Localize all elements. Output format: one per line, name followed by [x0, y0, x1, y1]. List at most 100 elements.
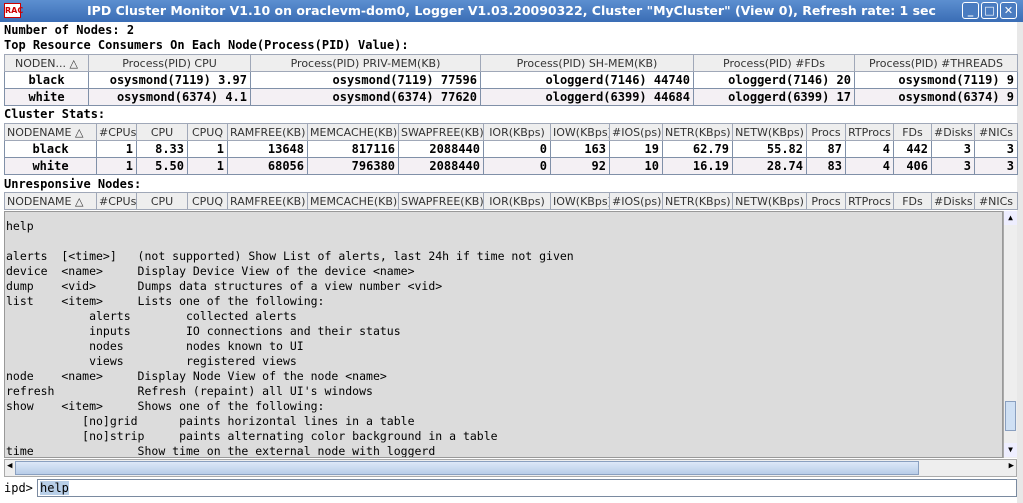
column-header[interactable]: #Disks: [931, 123, 975, 141]
node-name-cell: white: [4, 88, 89, 106]
table-cell: 1: [187, 140, 228, 158]
column-header[interactable]: CPUQ: [187, 123, 228, 141]
table-cell: 796380: [307, 157, 399, 175]
column-header[interactable]: #CPUs: [96, 123, 137, 141]
console-line: device <name> Display Device View of the…: [6, 264, 415, 278]
column-header[interactable]: NODEN... △: [4, 54, 89, 72]
column-header[interactable]: NETW(KBps): [732, 192, 807, 210]
column-header[interactable]: RTProcs: [845, 192, 894, 210]
column-header[interactable]: IOW(KBps): [550, 192, 610, 210]
table-cell: osysmond(7119) 77596: [250, 71, 481, 89]
column-header[interactable]: NETR(KBps): [662, 192, 733, 210]
table-cell: 28.74: [732, 157, 807, 175]
column-header[interactable]: NETR(KBps): [662, 123, 733, 141]
table-cell: ologgerd(6399) 44684: [480, 88, 694, 106]
table-cell: 442: [893, 140, 932, 158]
console-line: refresh Refresh (repaint) all UI's windo…: [6, 384, 373, 398]
scroll-thumb[interactable]: [1005, 401, 1016, 431]
column-header[interactable]: Process(PID) SH-MEM(KB): [480, 54, 694, 72]
table-cell: 3: [931, 140, 975, 158]
column-header[interactable]: Procs: [806, 123, 846, 141]
command-input[interactable]: help: [37, 479, 1017, 497]
unresponsive-nodes-label: Unresponsive Nodes:: [4, 177, 142, 191]
table-cell: 62.79: [662, 140, 733, 158]
console-line: node <name> Display Node View of the nod…: [6, 369, 387, 383]
minimize-button[interactable]: _: [962, 2, 979, 19]
table-cell: 19: [609, 140, 663, 158]
column-header[interactable]: Process(PID) #THREADS: [854, 54, 1018, 72]
column-header[interactable]: NODENAME △: [4, 123, 97, 141]
vertical-scrollbar[interactable]: ▲ ▼: [1003, 211, 1017, 458]
column-header[interactable]: IOR(KBps): [483, 192, 551, 210]
console-line: list <item> Lists one of the following:: [6, 294, 325, 308]
column-header[interactable]: RAMFREE(KB): [227, 123, 308, 141]
table-cell: 406: [893, 157, 932, 175]
column-header[interactable]: #IOS(ps): [609, 123, 663, 141]
table-cell: osysmond(6374) 4.1: [88, 88, 251, 106]
column-header[interactable]: CPU: [136, 123, 188, 141]
console-line: [no]grid paints horizontal lines in a ta…: [6, 414, 415, 428]
column-header[interactable]: SWAPFREE(KB): [398, 123, 484, 141]
column-header[interactable]: RTProcs: [845, 123, 894, 141]
column-header[interactable]: IOW(KBps): [550, 123, 610, 141]
column-header[interactable]: MEMCACHE(KB): [307, 192, 399, 210]
h-scroll-thumb-track[interactable]: [15, 461, 919, 475]
column-header[interactable]: #CPUs: [96, 192, 137, 210]
column-header[interactable]: FDs: [893, 123, 932, 141]
console-line: views registered views: [6, 354, 297, 368]
table-cell: 0: [483, 140, 551, 158]
column-header[interactable]: #Disks: [931, 192, 975, 210]
horizontal-scrollbar[interactable]: ◀ ▶: [4, 459, 1017, 477]
close-button[interactable]: ✕: [1000, 2, 1017, 19]
table-cell: 55.82: [732, 140, 807, 158]
column-header[interactable]: Process(PID) PRIV-MEM(KB): [250, 54, 481, 72]
table-cell: 817116: [307, 140, 399, 158]
table-cell: 3: [974, 157, 1018, 175]
table-cell: osysmond(6374) 9: [854, 88, 1018, 106]
column-header[interactable]: NETW(KBps): [732, 123, 807, 141]
table-row[interactable]: black 1 8.33 1 13648 817116 2088440 0 163 19 62.79…: [4, 140, 1018, 158]
scroll-left-icon[interactable]: ◀: [7, 461, 12, 471]
maximize-button[interactable]: □: [981, 2, 998, 19]
scroll-up-icon[interactable]: ▲: [1004, 211, 1017, 225]
column-header[interactable]: SWAPFREE(KB): [398, 192, 484, 210]
table-cell: osysmond(6374) 77620: [250, 88, 481, 106]
table-cell: 8.33: [136, 140, 188, 158]
column-header[interactable]: MEMCACHE(KB): [307, 123, 399, 141]
table-row[interactable]: black osysmond(7119) 3.97 osysmond(7119) 7…: [4, 71, 1018, 89]
column-header[interactable]: CPU: [136, 192, 188, 210]
column-header[interactable]: #IOS(ps): [609, 192, 663, 210]
rac-app-icon[interactable]: RAC: [4, 3, 23, 18]
title-bar: RAC IPD Cluster Monitor V1.10 on oraclev…: [0, 0, 1023, 22]
table-cell: 163: [550, 140, 610, 158]
column-header[interactable]: #NICs: [974, 192, 1018, 210]
column-header[interactable]: Process(PID) CPU: [88, 54, 251, 72]
command-input-value: help: [40, 481, 69, 495]
table-row[interactable]: white osysmond(6374) 4.1 osysmond(6374) 77…: [4, 88, 1018, 106]
node-name-cell: black: [4, 140, 97, 158]
table-cell: 3: [974, 140, 1018, 158]
column-header[interactable]: NODENAME △: [4, 192, 97, 210]
column-header[interactable]: IOR(KBps): [483, 123, 551, 141]
table-cell: 1: [96, 140, 137, 158]
table-row[interactable]: white 1 5.50 1 68056 796380 2088440 0 92 10 16.19 2…: [4, 157, 1018, 175]
table-cell: 5.50: [136, 157, 188, 175]
column-header[interactable]: Process(PID) #FDs: [693, 54, 855, 72]
table-cell: 4: [845, 140, 894, 158]
table-cell: osysmond(7119) 9: [854, 71, 1018, 89]
column-header[interactable]: FDs: [893, 192, 932, 210]
column-header[interactable]: RAMFREE(KB): [227, 192, 308, 210]
column-header[interactable]: CPUQ: [187, 192, 228, 210]
table-cell: 83: [806, 157, 846, 175]
console-output[interactable]: ─ ────────────── ───────── ─────────── he…: [4, 211, 1003, 458]
nodes-count-label: Number of Nodes: 2: [4, 23, 135, 37]
table-cell: osysmond(7119) 3.97: [88, 71, 251, 89]
table-cell: 4: [845, 157, 894, 175]
column-header[interactable]: #NICs: [974, 123, 1018, 141]
scroll-right-icon[interactable]: ▶: [1009, 461, 1014, 471]
console-line: alerts collected alerts: [6, 309, 297, 323]
table-cell: 3: [931, 157, 975, 175]
column-header[interactable]: Procs: [806, 192, 846, 210]
scroll-down-icon[interactable]: ▼: [1004, 443, 1017, 457]
